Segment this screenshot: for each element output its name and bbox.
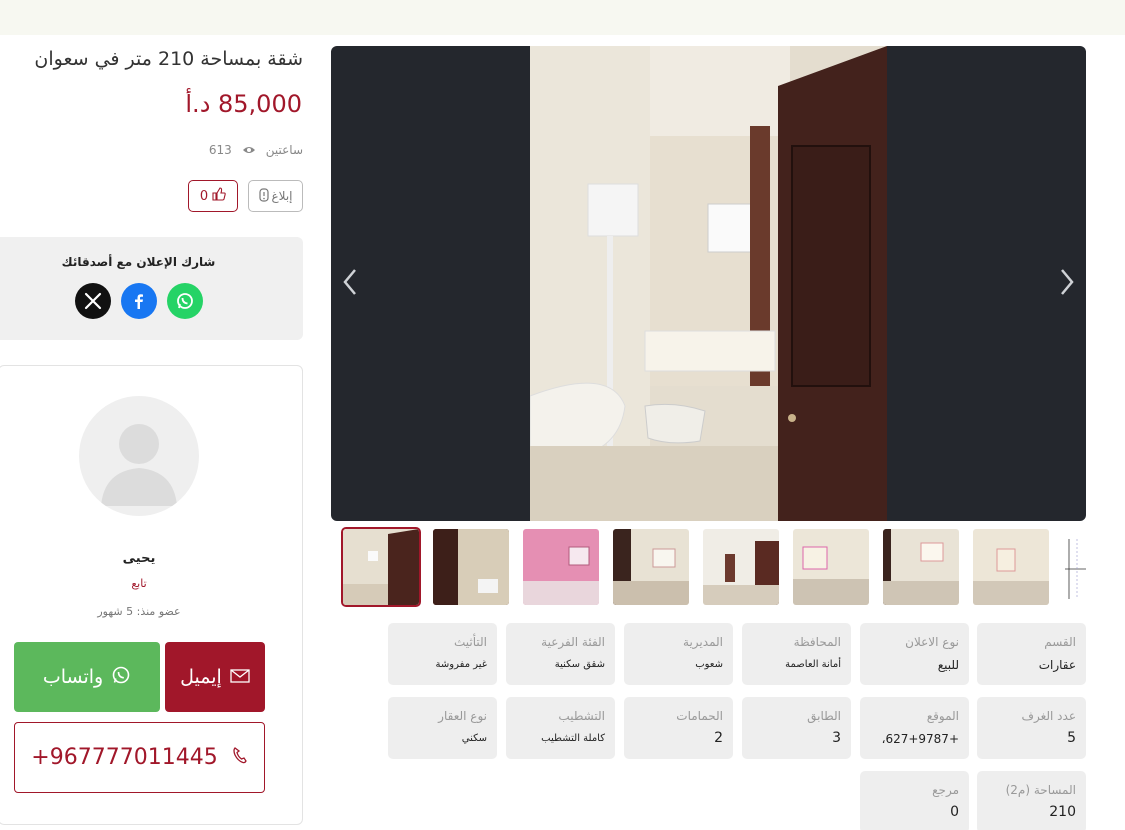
next-photo-button[interactable] — [1052, 266, 1082, 302]
attribute-value: 3 — [832, 730, 841, 746]
attribute-tile: التأثيث غير مفروشة — [388, 623, 497, 685]
share-title: شارك الإعلان مع أصدقائك — [61, 255, 216, 269]
report-icon — [258, 187, 269, 205]
attribute-tile: الحمامات 2 — [624, 697, 733, 759]
attribute-label: القسم — [1044, 635, 1076, 649]
report-label: إبلاغ — [271, 189, 293, 203]
attribute-label: مرجع — [932, 783, 959, 797]
attribute-tile: عدد الغرف 5 — [977, 697, 1086, 759]
attribute-tile: نوع العقار سكني — [388, 697, 497, 759]
thumbnail-strip — [341, 527, 1086, 607]
attribute-value: للبيع — [937, 658, 959, 672]
attribute-tile: المحافظة أمانة العاصمة — [742, 623, 851, 685]
main-photo[interactable] — [529, 46, 887, 521]
thumbs-up-icon — [212, 187, 226, 205]
phone-icon — [232, 745, 248, 770]
whatsapp-button[interactable]: واتساب — [14, 642, 160, 712]
share-box: شارك الإعلان مع أصدقائك — [0, 237, 303, 340]
attribute-value: شقق سكنية — [554, 659, 605, 670]
time-ago: ساعتين — [265, 143, 303, 157]
attribute-label: الموقع — [926, 709, 959, 723]
like-button[interactable]: 0 — [188, 180, 238, 212]
thumbnail-7[interactable] — [881, 527, 961, 607]
listing-meta: ساعتين 613 — [209, 143, 303, 157]
attribute-label: التشطيب — [558, 709, 605, 723]
email-button[interactable]: إيميل — [165, 642, 265, 712]
listing-title: شقة بمساحة 210 متر في سعوان — [34, 48, 303, 70]
attribute-value: 2 — [714, 730, 723, 746]
thumbnail-8[interactable] — [971, 527, 1051, 607]
member-since: عضو منذ: 5 شهور — [97, 605, 181, 618]
thumbnail-5[interactable] — [701, 527, 781, 607]
attribute-tile: نوع الاعلان للبيع — [860, 623, 969, 685]
x-icon[interactable] — [75, 283, 111, 319]
phone-button[interactable]: +967777011445 — [14, 722, 265, 793]
view-count: 613 — [208, 143, 232, 157]
attribute-label: عدد الغرف — [1021, 709, 1076, 723]
attribute-tile: الموقع +627+9787، — [860, 697, 969, 759]
whatsapp-label: واتساب — [42, 666, 104, 688]
attribute-label: الحمامات — [676, 709, 723, 723]
photo-gallery[interactable] — [331, 46, 1086, 521]
eye-icon — [242, 143, 256, 157]
attribute-label: المساحة (م2) — [1005, 783, 1076, 797]
top-bar — [0, 0, 1125, 35]
thumbnail-9[interactable] — [1061, 527, 1086, 607]
facebook-icon[interactable] — [121, 283, 157, 319]
attribute-value: 0 — [950, 804, 959, 820]
attribute-tile: القسم عقارات — [977, 623, 1086, 685]
avatar — [79, 396, 199, 516]
attribute-label: التأثيث — [453, 635, 487, 649]
like-count: 0 — [199, 188, 209, 204]
attribute-value: أمانة العاصمة — [785, 659, 841, 670]
attribute-value: شعوب — [695, 659, 723, 670]
envelope-icon — [230, 666, 250, 688]
attribute-label: نوع الاعلان — [905, 635, 959, 649]
seller-card: يحيى تابع عضو منذ: 5 شهور واتساب إيميل +… — [0, 365, 303, 825]
thumbnail-2[interactable] — [431, 527, 511, 607]
attribute-value: كاملة التشطيب — [541, 733, 605, 744]
attribute-value: عقارات — [1038, 658, 1076, 672]
attribute-tile: الطابق 3 — [742, 697, 851, 759]
attribute-label: الفئة الفرعية — [541, 635, 605, 649]
whatsapp-icon[interactable] — [167, 283, 203, 319]
attribute-tile: الفئة الفرعية شقق سكنية — [506, 623, 615, 685]
whatsapp-icon — [111, 665, 131, 690]
thumbnail-3[interactable] — [521, 527, 601, 607]
attribute-tile: المساحة (م2) 210 — [977, 771, 1086, 830]
listing-price: 85,000 د.أ — [185, 90, 302, 118]
attribute-value: +627+9787، — [881, 732, 959, 746]
listing-actions: إبلاغ 0 — [188, 180, 303, 212]
attribute-tile: التشطيب كاملة التشطيب — [506, 697, 615, 759]
attribute-label: الطابق — [807, 709, 841, 723]
attribute-value: غير مفروشة — [435, 659, 487, 670]
attribute-label: نوع العقار — [438, 709, 487, 723]
attribute-value: 5 — [1067, 730, 1076, 746]
previous-photo-button[interactable] — [335, 266, 365, 302]
attribute-tile: المديرية شعوب — [624, 623, 733, 685]
thumbnail-4[interactable] — [611, 527, 691, 607]
attribute-label: المديرية — [683, 635, 723, 649]
attribute-value: 210 — [1049, 804, 1076, 820]
seller-name: يحيى — [122, 551, 156, 566]
thumbnail-1[interactable] — [341, 527, 421, 607]
attribute-label: المحافظة — [793, 635, 841, 649]
phone-number: +967777011445 — [31, 745, 218, 770]
chevron-left-icon — [342, 268, 358, 300]
attribute-tile: مرجع 0 — [860, 771, 969, 830]
email-label: إيميل — [180, 666, 222, 688]
thumbnail-6[interactable] — [791, 527, 871, 607]
attribute-value: سكني — [461, 733, 487, 744]
share-icons — [75, 283, 203, 319]
report-button[interactable]: إبلاغ — [248, 180, 303, 212]
chevron-right-icon — [1059, 268, 1075, 300]
follow-link[interactable]: تابع — [0, 577, 279, 590]
